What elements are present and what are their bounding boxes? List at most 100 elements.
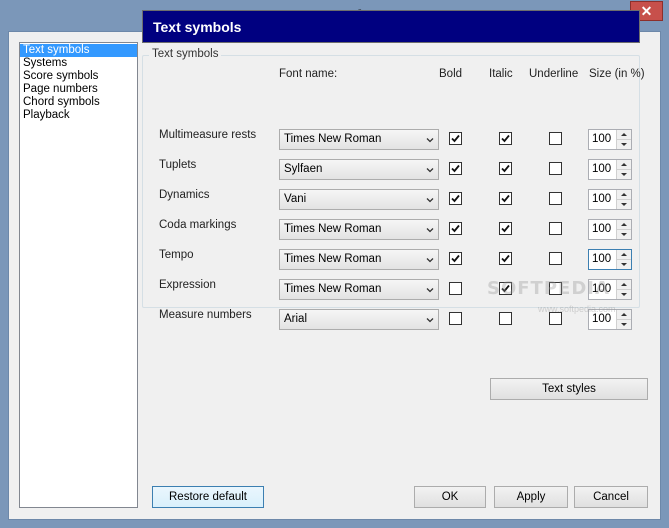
stepper-down-icon[interactable]: [617, 290, 631, 299]
row-label-multimeasure-rests: Multimeasure rests: [159, 129, 257, 141]
bold-checkbox-dynamics[interactable]: [449, 192, 462, 205]
stepper-up-icon[interactable]: [617, 310, 631, 320]
size-stepper-tuplets[interactable]: 100: [588, 159, 632, 180]
restore-default-button[interactable]: Restore default: [152, 486, 264, 508]
italic-checkbox-multimeasure-rests[interactable]: [499, 132, 512, 145]
stepper-buttons: [616, 220, 631, 239]
font-select-dynamics[interactable]: Vani: [279, 189, 439, 210]
stepper-buttons: [616, 250, 631, 269]
stepper-buttons: [616, 160, 631, 179]
size-stepper-coda-markings[interactable]: 100: [588, 219, 632, 240]
italic-checkbox-dynamics[interactable]: [499, 192, 512, 205]
chevron-down-icon: [426, 255, 434, 263]
font-select-value: Arial: [284, 313, 308, 325]
stepper-buttons: [616, 310, 631, 329]
size-value: 100: [592, 193, 612, 205]
size-stepper-measure-numbers[interactable]: 100: [588, 309, 632, 330]
font-select-coda-markings[interactable]: Times New Roman: [279, 219, 439, 240]
row-label-expression: Expression: [159, 279, 216, 291]
font-select-measure-numbers[interactable]: Arial: [279, 309, 439, 330]
stepper-up-icon[interactable]: [617, 220, 631, 230]
size-stepper-multimeasure-rests[interactable]: 100: [588, 129, 632, 150]
bold-checkbox-coda-markings[interactable]: [449, 222, 462, 235]
stepper-up-icon[interactable]: [617, 280, 631, 290]
italic-checkbox-tuplets[interactable]: [499, 162, 512, 175]
underline-checkbox-expression[interactable]: [549, 282, 562, 295]
font-select-tuplets[interactable]: Sylfaen: [279, 159, 439, 180]
size-value: 100: [592, 133, 612, 145]
italic-checkbox-measure-numbers[interactable]: [499, 312, 512, 325]
font-select-value: Times New Roman: [284, 133, 382, 145]
chevron-down-icon: [426, 315, 434, 323]
nav-item-chord-symbols[interactable]: Chord symbols: [20, 96, 137, 109]
column-header-italic: Italic: [489, 68, 513, 80]
bold-checkbox-measure-numbers[interactable]: [449, 312, 462, 325]
chevron-down-icon: [426, 165, 434, 173]
size-value: 100: [592, 313, 612, 325]
font-select-tempo[interactable]: Times New Roman: [279, 249, 439, 270]
stepper-buttons: [616, 190, 631, 209]
stepper-up-icon[interactable]: [617, 130, 631, 140]
stepper-down-icon[interactable]: [617, 320, 631, 329]
stepper-buttons: [616, 280, 631, 299]
underline-checkbox-measure-numbers[interactable]: [549, 312, 562, 325]
underline-checkbox-tempo[interactable]: [549, 252, 562, 265]
column-header-size: Size (in %): [589, 68, 645, 80]
nav-item-score-symbols[interactable]: Score symbols: [20, 70, 137, 83]
cancel-button[interactable]: Cancel: [574, 486, 648, 508]
stepper-up-icon[interactable]: [617, 160, 631, 170]
nav-item-text-symbols[interactable]: Text symbols: [20, 44, 137, 57]
category-list[interactable]: Text symbols Systems Score symbols Page …: [19, 42, 138, 508]
column-header-font-name: Font name:: [279, 68, 338, 80]
row-label-tempo: Tempo: [159, 249, 194, 261]
font-select-expression[interactable]: Times New Roman: [279, 279, 439, 300]
underline-checkbox-coda-markings[interactable]: [549, 222, 562, 235]
chevron-down-icon: [426, 225, 434, 233]
font-select-value: Times New Roman: [284, 223, 382, 235]
stepper-up-icon[interactable]: [617, 250, 631, 260]
section-header: Text symbols: [142, 10, 640, 43]
italic-checkbox-expression[interactable]: [499, 282, 512, 295]
underline-checkbox-multimeasure-rests[interactable]: [549, 132, 562, 145]
nav-item-systems[interactable]: Systems: [20, 57, 137, 70]
size-value: 100: [592, 253, 612, 265]
chevron-down-icon: [426, 195, 434, 203]
font-select-multimeasure-rests[interactable]: Times New Roman: [279, 129, 439, 150]
size-stepper-dynamics[interactable]: 100: [588, 189, 632, 210]
stepper-down-icon[interactable]: [617, 170, 631, 179]
text-styles-button[interactable]: Text styles: [490, 378, 648, 400]
underline-checkbox-dynamics[interactable]: [549, 192, 562, 205]
font-select-value: Times New Roman: [284, 253, 382, 265]
group-legend: Text symbols: [149, 48, 222, 60]
nav-item-playback[interactable]: Playback: [20, 109, 137, 122]
italic-checkbox-tempo[interactable]: [499, 252, 512, 265]
stepper-down-icon[interactable]: [617, 230, 631, 239]
row-label-measure-numbers: Measure numbers: [159, 309, 252, 321]
nav-item-page-numbers[interactable]: Page numbers: [20, 83, 137, 96]
stepper-down-icon[interactable]: [617, 200, 631, 209]
ok-button[interactable]: OK: [414, 486, 486, 508]
row-label-tuplets: Tuplets: [159, 159, 197, 171]
apply-button[interactable]: Apply: [494, 486, 568, 508]
bold-checkbox-expression[interactable]: [449, 282, 462, 295]
stepper-down-icon[interactable]: [617, 260, 631, 269]
underline-checkbox-tuplets[interactable]: [549, 162, 562, 175]
text-symbols-group: Text symbols: [142, 48, 640, 308]
bold-checkbox-tuplets[interactable]: [449, 162, 462, 175]
row-label-coda-markings: Coda markings: [159, 219, 237, 231]
row-label-dynamics: Dynamics: [159, 189, 210, 201]
stepper-down-icon[interactable]: [617, 140, 631, 149]
dialog-window: Document Preferences ✕ Text symbols Syst…: [0, 0, 669, 528]
size-value: 100: [592, 163, 612, 175]
size-stepper-expression[interactable]: 100: [588, 279, 632, 300]
close-icon: ✕: [640, 3, 653, 19]
bold-checkbox-multimeasure-rests[interactable]: [449, 132, 462, 145]
font-select-value: Times New Roman: [284, 283, 382, 295]
size-value: 100: [592, 283, 612, 295]
bold-checkbox-tempo[interactable]: [449, 252, 462, 265]
italic-checkbox-coda-markings[interactable]: [499, 222, 512, 235]
size-stepper-tempo[interactable]: 100: [588, 249, 632, 270]
font-select-value: Vani: [284, 193, 307, 205]
stepper-up-icon[interactable]: [617, 190, 631, 200]
font-select-value: Sylfaen: [284, 163, 323, 175]
